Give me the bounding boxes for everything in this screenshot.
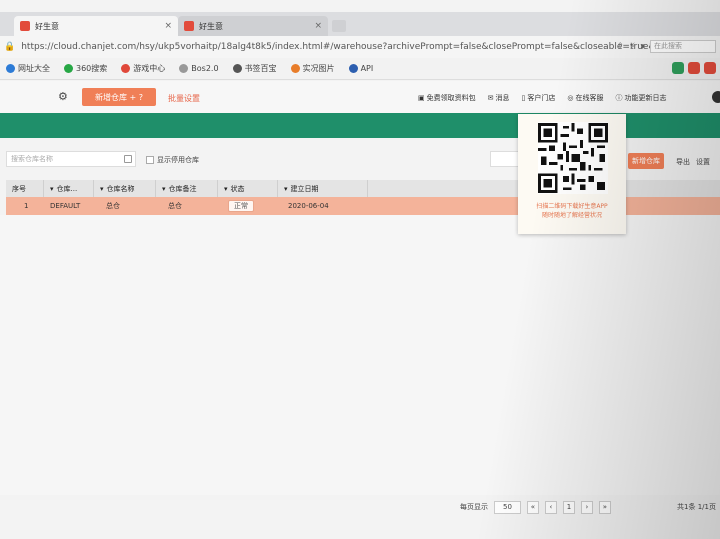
avatar[interactable] — [712, 91, 720, 103]
headset-icon: ◎ — [567, 94, 574, 102]
browser-tab-inactive[interactable]: 好生意 × — [178, 16, 328, 36]
url-field[interactable]: https://cloud.chanjet.com/hsy/ukp5vorhai… — [21, 42, 655, 52]
bookmark-icon — [348, 64, 358, 73]
messages-link[interactable]: ✉ 消息 — [488, 93, 510, 103]
message-icon: ✉ — [487, 94, 494, 102]
extension-icons — [672, 62, 716, 74]
lock-icon: 🔒 — [4, 42, 16, 52]
filter-icon[interactable]: ▾ — [50, 185, 54, 193]
column-header[interactable]: ▾ 仓库名称 — [94, 180, 156, 197]
tab-title: 好生意 — [35, 21, 59, 31]
create-warehouse-button[interactable]: 新增仓库 + ? — [82, 88, 156, 106]
phone-icon: ▯ — [521, 94, 526, 102]
bookmark-icon — [121, 64, 131, 73]
gift-icon: ▣ — [418, 94, 425, 102]
extension-icon[interactable] — [672, 62, 684, 74]
filter-icon[interactable]: ▾ — [100, 185, 104, 193]
column-header[interactable]: ▾ 建立日期 — [278, 180, 368, 197]
table-cell: 2020-06-04 — [288, 202, 329, 210]
bookmark-item[interactable]: Bos2.0 — [179, 64, 219, 73]
filter-icon[interactable]: ▾ — [162, 185, 166, 193]
last-page-button[interactable]: » — [598, 500, 611, 514]
grid-tools: 导出 设置 — [676, 157, 710, 167]
customer-store-link[interactable]: ▯ 客户门店 — [522, 93, 556, 103]
extension-icon[interactable] — [704, 62, 716, 74]
bookmark-item[interactable]: 实况图片 — [290, 63, 335, 74]
app-favicon-icon — [184, 21, 194, 31]
settings-gear-icon[interactable]: ⚙ — [58, 90, 68, 103]
bookmark-icon — [290, 64, 300, 73]
close-tab-icon[interactable]: × — [314, 21, 322, 31]
bookmark-item[interactable]: 360搜索 — [64, 63, 107, 74]
address-bar-actions: ⇪ ⚡ ▾ 在此搜索 — [617, 40, 716, 53]
table-cell: 1 — [24, 202, 29, 210]
online-service-link[interactable]: ◎ 在线客服 — [567, 93, 603, 103]
qr-caption: 扫描二维码下载好生意APP 随时随地了解经营状况 — [536, 203, 608, 219]
next-page-button[interactable]: › — [580, 500, 593, 514]
close-tab-icon[interactable]: × — [164, 21, 172, 31]
table-cell: 正常 — [218, 200, 278, 212]
show-disabled-label: 显示停用仓库 — [157, 156, 199, 164]
column-header[interactable]: ▾ 状态 — [218, 180, 278, 197]
bookmark-item[interactable]: 游戏中心 — [121, 63, 165, 74]
grid-empty-area — [0, 215, 720, 495]
add-warehouse-button[interactable]: 新增仓库 — [628, 153, 664, 169]
changelog-link[interactable]: ⓘ 功能更新日志 — [615, 93, 666, 103]
bookmarks-bar: 网址大全 360搜索 游戏中心 Bos2.0 书签百宝 实况图片 API — [0, 58, 720, 80]
status-badge: 正常 — [228, 200, 254, 212]
qr-code-icon — [538, 122, 608, 194]
page-summary: 共1条 1/1页 — [677, 503, 716, 511]
bookmark-item[interactable]: 网址大全 — [6, 63, 50, 74]
extension-icon[interactable] — [688, 62, 700, 74]
filter-icon[interactable]: ▾ — [224, 185, 228, 193]
column-header[interactable]: ▾ 仓库备注 — [156, 180, 218, 197]
filter-icon[interactable] — [124, 155, 132, 163]
filter-icon[interactable]: ▾ — [284, 185, 288, 193]
table-cell: DEFAULT — [50, 202, 81, 210]
free-materials-link[interactable]: ▣ 免费领取资料包 — [418, 93, 476, 103]
bookmark-icon — [64, 64, 73, 73]
info-icon: ⓘ — [615, 94, 623, 102]
lightning-icon[interactable]: ⚡ — [629, 42, 635, 52]
export-button[interactable]: 导出 — [676, 157, 690, 167]
header-toolbar: ▣ 免费领取资料包 ✉ 消息 ▯ 客户门店 ◎ 在线客服 ⓘ 功能更新日志 — [418, 93, 666, 103]
first-page-button[interactable]: « — [526, 500, 539, 514]
tab-title: 好生意 — [199, 21, 223, 31]
table-cell: 总仓 — [168, 202, 182, 210]
bookmark-item[interactable]: 书签百宝 — [232, 63, 277, 74]
browser-tab-active[interactable]: 好生意 × — [14, 16, 178, 36]
page-number-input[interactable]: 1 — [562, 500, 575, 514]
bookmark-icon — [6, 64, 15, 73]
table-cell: 总仓 — [106, 202, 120, 210]
bookmark-icon — [232, 64, 242, 73]
warehouse-search-input[interactable]: 搜索仓库名称 — [6, 151, 136, 167]
browser-tab-strip: 好生意 × 好生意 × — [0, 12, 720, 36]
show-disabled-toggle[interactable]: 显示停用仓库 — [146, 155, 199, 165]
new-tab-button[interactable] — [332, 20, 346, 32]
prev-page-button[interactable]: ‹ — [544, 500, 557, 514]
qr-download-popup: 扫描二维码下载好生意APP 随时随地了解经营状况 — [518, 114, 626, 234]
show-disabled-checkbox[interactable] — [146, 156, 154, 164]
page-size-label: 每页显示 — [460, 503, 488, 511]
bookmark-icon — [179, 64, 189, 73]
screen: 好生意 × 好生意 × 🔒 https://cloud.chanjet.com/… — [0, 0, 720, 539]
grid-settings-button[interactable]: 设置 — [696, 157, 710, 167]
pagination: 每页显示 50 « ‹ 1 › » 共1条 1/1页 — [460, 498, 720, 516]
app-favicon-icon — [20, 21, 30, 31]
share-icon[interactable]: ⇪ — [617, 42, 625, 52]
batch-settings-link[interactable]: 批量设置 — [168, 93, 200, 104]
browser-search-input[interactable]: 在此搜索 — [650, 40, 716, 53]
chevron-down-icon[interactable]: ▾ — [640, 42, 645, 52]
bookmark-item[interactable]: API — [348, 64, 373, 73]
app-header: ⚙ 新增仓库 + ? 批量设置 ▣ 免费领取资料包 ✉ 消息 ▯ 客户门店 ◎ 在线客服… — [0, 81, 720, 113]
column-header[interactable]: 序号 — [6, 180, 44, 197]
page-size-select[interactable]: 50 — [494, 500, 521, 514]
address-bar: 🔒 https://cloud.chanjet.com/hsy/ukp5vorh… — [0, 36, 720, 58]
column-header[interactable]: ▾ 仓库... — [44, 180, 94, 197]
